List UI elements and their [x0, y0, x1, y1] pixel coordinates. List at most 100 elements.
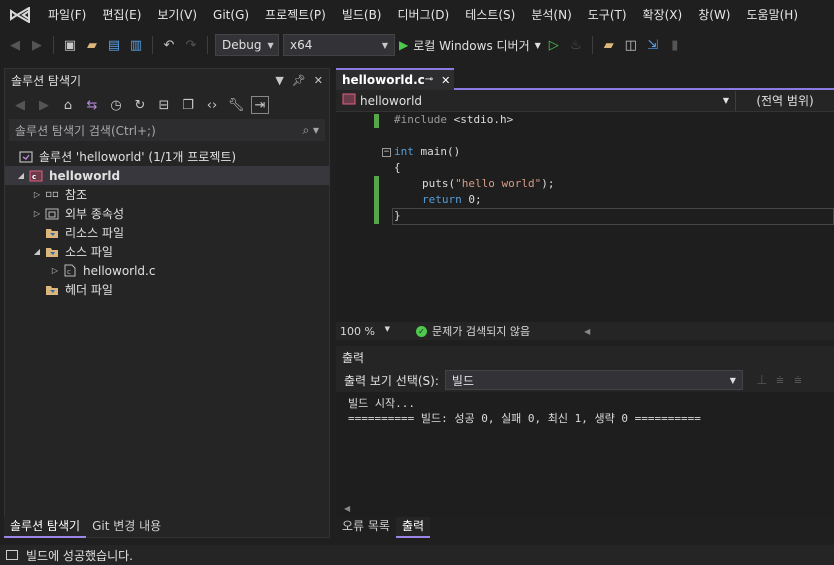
preview-selected-icon[interactable]: ⇥: [251, 96, 269, 114]
solution-label: 솔루션 'helloworld' (1/1개 프로젝트): [39, 150, 237, 164]
redo-icon[interactable]: ↷: [182, 36, 200, 54]
editor-tab-helloworld-c[interactable]: helloworld.c ⊸ ✕: [336, 68, 454, 90]
tree-node-header-files[interactable]: 헤더 파일: [5, 280, 329, 299]
solution-icon: [17, 150, 35, 164]
output-header: 출력: [336, 346, 834, 368]
platform-value: x64: [290, 38, 313, 52]
zoom-select[interactable]: 100 % ▼: [336, 325, 396, 338]
menu-file[interactable]: 파일(F): [40, 0, 94, 30]
collapse-all-icon[interactable]: ⊟: [155, 96, 173, 114]
tab-solution-explorer[interactable]: 솔루션 탐색기: [4, 517, 87, 538]
svg-text:c: c: [67, 268, 71, 276]
menu-git[interactable]: Git(G): [205, 0, 257, 30]
close-icon[interactable]: ✕: [314, 74, 323, 87]
pending-changes-filter-icon[interactable]: ◷: [107, 96, 125, 114]
preview-code-icon[interactable]: ‹›: [203, 96, 221, 114]
output-line-1: 빌드 시작...: [348, 397, 415, 410]
word-wrap-icon[interactable]: ⩧: [789, 371, 807, 389]
project-label: helloworld: [49, 168, 121, 183]
navigate-back-icon[interactable]: ◀: [6, 36, 24, 54]
project-node[interactable]: ◢ c helloworld: [5, 166, 329, 185]
save-icon[interactable]: ▤: [105, 36, 123, 54]
solution-explorer-panel: 솔루션 탐색기 ▼ 📌︎ ✕ ◀ ▶ ⌂ ⇆ ◷ ↻ ⊟ ❐ ‹› 🔧︎ ⇥ 솔…: [4, 68, 330, 538]
show-all-files-icon[interactable]: ❐: [179, 96, 197, 114]
solution-search-input[interactable]: 솔루션 탐색기 검색(Ctrl+;) ⌕ ▾: [9, 119, 325, 141]
start-debugging-button[interactable]: ▶ 로컬 Windows 디버거 ▼: [399, 37, 541, 54]
node-label: helloworld.c: [83, 263, 156, 278]
solution-explorer-title: 솔루션 탐색기: [11, 73, 82, 88]
output-source-select[interactable]: 빌드 ▼: [444, 370, 743, 390]
menu-project[interactable]: 프로젝트(P): [257, 0, 334, 30]
tab-error-list[interactable]: 오류 목록: [336, 517, 396, 538]
menu-edit[interactable]: 편집(E): [94, 0, 149, 30]
open-folder-icon[interactable]: ▰: [83, 36, 101, 54]
menu-debug[interactable]: 디버그(D): [390, 0, 458, 30]
menu-view[interactable]: 보기(V): [149, 0, 205, 30]
platform-select[interactable]: x64 ▼: [283, 34, 395, 56]
configuration-select[interactable]: Debug ▼: [215, 34, 279, 56]
solution-node[interactable]: 솔루션 'helloworld' (1/1개 프로젝트): [5, 147, 329, 166]
home-icon[interactable]: ⌂: [59, 96, 77, 114]
collapsed-arrow-icon[interactable]: ▷: [49, 266, 61, 275]
tree-node-helloworld-c[interactable]: ▷ c helloworld.c: [5, 261, 329, 280]
back-icon[interactable]: ◀: [11, 96, 29, 114]
close-icon[interactable]: ✕: [441, 74, 450, 87]
bookmark-icon[interactable]: ▮: [666, 36, 684, 54]
node-label: 참조: [65, 188, 88, 202]
properties-wrench-icon[interactable]: 🔧︎: [227, 96, 245, 114]
collapsed-arrow-icon[interactable]: ▷: [31, 190, 43, 199]
step-icon[interactable]: ⇲: [644, 36, 662, 54]
menu-analyze[interactable]: 분석(N): [523, 0, 579, 30]
tree-node-resource-files[interactable]: 리소스 파일: [5, 223, 329, 242]
scroll-left-icon[interactable]: ◀: [344, 504, 350, 513]
collapse-icon[interactable]: −: [382, 148, 391, 157]
menu-build[interactable]: 빌드(B): [334, 0, 390, 30]
switch-views-icon[interactable]: ⇆: [83, 96, 101, 114]
start-without-debugging-icon[interactable]: ▷: [545, 36, 563, 54]
menu-test[interactable]: 테스트(S): [457, 0, 523, 30]
tree-node-references[interactable]: ▷ ▫▫ 참조: [5, 185, 329, 204]
project-dropdown[interactable]: helloworld ▼: [336, 90, 736, 111]
sync-icon[interactable]: ↻: [131, 96, 149, 114]
nav-file-label: helloworld: [360, 93, 423, 108]
clear-all-icon[interactable]: ⩧: [771, 371, 789, 389]
output-text[interactable]: 빌드 시작... ========== 빌드: 성공 0, 실패 0, 최신 1,…: [336, 392, 834, 430]
code-editor[interactable]: − #include <stdio.h> int main() { puts("…: [336, 112, 834, 322]
menu-help[interactable]: 도움말(H): [739, 0, 807, 30]
dropdown-icon[interactable]: ▼: [275, 74, 283, 87]
configuration-value: Debug: [222, 38, 262, 52]
main-toolbar: ◀ ▶ ▣ ▰ ▤ ▥ ↶ ↷ Debug ▼ x64 ▼ ▶ 로컬 Windows…: [0, 30, 834, 60]
navigate-forward-icon[interactable]: ▶: [28, 36, 46, 54]
find-message-icon[interactable]: ⊥: [753, 371, 771, 389]
solution-explorer-header: 솔루션 탐색기 ▼ 📌︎ ✕: [5, 69, 329, 91]
tree-node-external-dependencies[interactable]: ▷ 외부 종속성: [5, 204, 329, 223]
hot-reload-icon[interactable]: ♨: [567, 36, 585, 54]
scope-dropdown[interactable]: (전역 범위): [736, 92, 834, 109]
save-all-icon[interactable]: ▥: [127, 36, 145, 54]
expanded-arrow-icon[interactable]: ◢: [15, 171, 27, 180]
references-icon: ▫▫: [45, 189, 59, 200]
tree-node-source-files[interactable]: ◢ 소스 파일: [5, 242, 329, 261]
tab-output[interactable]: 출력: [395, 517, 431, 538]
collapsed-arrow-icon[interactable]: ▷: [31, 209, 43, 218]
tab-git-changes[interactable]: Git 변경 내용: [86, 517, 167, 538]
chevron-down-icon: ▼: [534, 40, 541, 50]
editor-status-bar: 100 % ▼ ✓ 문제가 검색되지 않음 ◀: [336, 322, 834, 340]
folder-view-icon[interactable]: ▰: [600, 36, 618, 54]
new-project-icon[interactable]: ▣: [61, 36, 79, 54]
node-label: 리소스 파일: [65, 226, 125, 240]
pin-icon[interactable]: ⊸: [425, 74, 433, 87]
expanded-arrow-icon[interactable]: ◢: [31, 247, 43, 256]
menu-tools[interactable]: 도구(T): [580, 0, 635, 30]
menu-extensions[interactable]: 확장(X): [635, 0, 691, 30]
issues-indicator[interactable]: ✓ 문제가 검색되지 않음: [416, 323, 530, 339]
chevron-down-icon: ▼: [722, 96, 729, 105]
undo-icon[interactable]: ↶: [160, 36, 178, 54]
pin-icon[interactable]: 📌︎: [292, 74, 306, 87]
menu-window[interactable]: 창(W): [690, 0, 738, 30]
output-panel: 출력 출력 보기 선택(S): 빌드 ▼ ⊥ ⩧ ⩧ 빌드 시작... =====…: [336, 346, 834, 518]
search-icon: ⌕ ▾: [302, 122, 319, 137]
window-layout-icon[interactable]: ◫: [622, 36, 640, 54]
forward-icon[interactable]: ▶: [35, 96, 53, 114]
scroll-left-icon[interactable]: ◀: [584, 327, 590, 336]
